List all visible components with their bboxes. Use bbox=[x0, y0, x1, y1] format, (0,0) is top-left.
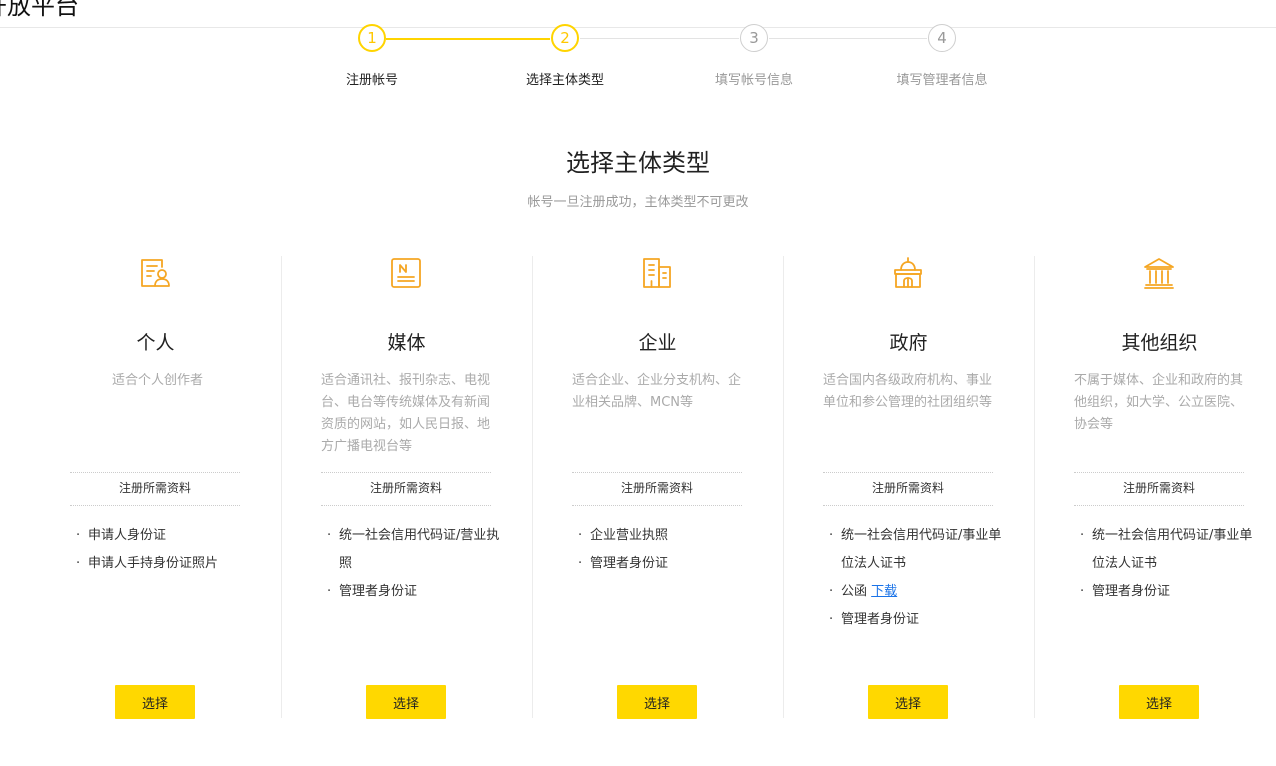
requirement-item: 公函 下载 bbox=[829, 578, 1004, 606]
type-title: 政府 bbox=[889, 332, 928, 354]
requirements-heading: 注册所需资料 bbox=[1074, 472, 1244, 506]
select-personal-button[interactable]: 选择 bbox=[115, 685, 195, 719]
step-3-label: 填写帐号信息 bbox=[714, 73, 794, 88]
requirements-list: 申请人身份证 申请人手持身份证照片 bbox=[76, 522, 251, 578]
requirement-item: 管理者身份证 bbox=[829, 606, 1004, 634]
requirements-list: 统一社会信用代码证/事业单位法人证书 公函 下载 管理者身份证 bbox=[829, 522, 1004, 634]
column-divider bbox=[281, 256, 282, 718]
institution-icon bbox=[1142, 256, 1176, 290]
requirements-heading: 注册所需资料 bbox=[70, 472, 240, 506]
select-media-button[interactable]: 选择 bbox=[366, 685, 446, 719]
requirement-item: 管理者身份证 bbox=[578, 550, 753, 578]
requirement-item: 申请人手持身份证照片 bbox=[76, 550, 251, 578]
type-description: 适合通讯社、报刊杂志、电视台、电台等传统媒体及有新闻资质的网站，如人民日报、地方… bbox=[321, 373, 491, 454]
type-description: 不属于媒体、企业和政府的其他组织，如大学、公立医院、协会等 bbox=[1074, 373, 1244, 432]
registration-page: 开放平台 1 2 3 4 注册帐号 选择主体类型 填写帐号信息 填写管理者信息 … bbox=[0, 0, 1276, 766]
requirements-list: 统一社会信用代码证/事业单位法人证书 管理者身份证 bbox=[1080, 522, 1255, 606]
step-2-circle: 2 bbox=[551, 24, 579, 52]
step-connector-2-3 bbox=[580, 38, 739, 39]
progress-steps: 1 2 3 4 注册帐号 选择主体类型 填写帐号信息 填写管理者信息 bbox=[0, 0, 1276, 100]
requirement-item: 管理者身份证 bbox=[1080, 578, 1255, 606]
select-government-button[interactable]: 选择 bbox=[868, 685, 948, 719]
type-card-other-organization: 其他组织 不属于媒体、企业和政府的其他组织，如大学、公立医院、协会等 注册所需资… bbox=[1034, 256, 1276, 719]
type-card-personal: 个人 适合个人创作者 注册所需资料 申请人身份证 申请人手持身份证照片 选择 bbox=[30, 256, 281, 719]
entity-type-list: 个人 适合个人创作者 注册所需资料 申请人身份证 申请人手持身份证照片 选择 媒… bbox=[30, 256, 1276, 720]
requirements-list: 企业营业执照 管理者身份证 bbox=[578, 522, 753, 578]
step-1-label: 注册帐号 bbox=[345, 73, 399, 88]
step-4-circle: 4 bbox=[928, 24, 956, 52]
requirements-heading: 注册所需资料 bbox=[823, 472, 993, 506]
column-divider bbox=[1034, 256, 1035, 718]
type-card-government: 政府 适合国内各级政府机构、事业单位和参公管理的社团组织等 注册所需资料 统一社… bbox=[783, 256, 1034, 719]
requirement-item-text: 公函 bbox=[841, 584, 868, 599]
requirements-heading: 注册所需资料 bbox=[572, 472, 742, 506]
requirement-item: 统一社会信用代码证/事业单位法人证书 bbox=[829, 522, 1004, 578]
type-title: 其他组织 bbox=[1121, 332, 1198, 354]
select-other-organization-button[interactable]: 选择 bbox=[1119, 685, 1199, 719]
requirements-list: 统一社会信用代码证/营业执照 管理者身份证 bbox=[327, 522, 502, 606]
type-card-enterprise: 企业 适合企业、企业分支机构、企业相关品牌、MCN等 注册所需资料 企业营业执照… bbox=[532, 256, 783, 719]
column-divider bbox=[532, 256, 533, 718]
step-1-circle: 1 bbox=[358, 24, 386, 52]
type-description: 适合个人创作者 bbox=[111, 373, 203, 388]
step-connector-3-4 bbox=[769, 38, 927, 39]
newspaper-icon bbox=[389, 256, 423, 290]
type-card-media: 媒体 适合通讯社、报刊杂志、电视台、电台等传统媒体及有新闻资质的网站，如人民日报… bbox=[281, 256, 532, 719]
requirement-item: 企业营业执照 bbox=[578, 522, 753, 550]
requirement-item: 统一社会信用代码证/事业单位法人证书 bbox=[1080, 522, 1255, 578]
section-title: 选择主体类型 bbox=[566, 149, 710, 177]
section-subtitle: 帐号一旦注册成功，主体类型不可更改 bbox=[527, 195, 749, 210]
requirement-item: 申请人身份证 bbox=[76, 522, 251, 550]
type-description: 适合企业、企业分支机构、企业相关品牌、MCN等 bbox=[572, 373, 742, 410]
select-enterprise-button[interactable]: 选择 bbox=[617, 685, 697, 719]
step-2-label: 选择主体类型 bbox=[525, 73, 605, 88]
step-4-label: 填写管理者信息 bbox=[896, 73, 988, 88]
step-connector-1-2 bbox=[386, 38, 550, 40]
type-title: 个人 bbox=[136, 332, 175, 354]
government-building-icon bbox=[891, 256, 925, 290]
download-letter-link[interactable]: 下载 bbox=[871, 584, 897, 599]
requirements-heading: 注册所需资料 bbox=[321, 472, 491, 506]
requirement-item: 管理者身份证 bbox=[327, 578, 502, 606]
requirement-item: 统一社会信用代码证/营业执照 bbox=[327, 522, 502, 578]
step-3-circle: 3 bbox=[740, 24, 768, 52]
type-description: 适合国内各级政府机构、事业单位和参公管理的社团组织等 bbox=[823, 373, 993, 410]
office-building-icon bbox=[640, 256, 674, 290]
type-title: 媒体 bbox=[387, 332, 426, 354]
personal-id-icon bbox=[138, 256, 172, 290]
type-title: 企业 bbox=[638, 332, 677, 354]
column-divider bbox=[783, 256, 784, 718]
